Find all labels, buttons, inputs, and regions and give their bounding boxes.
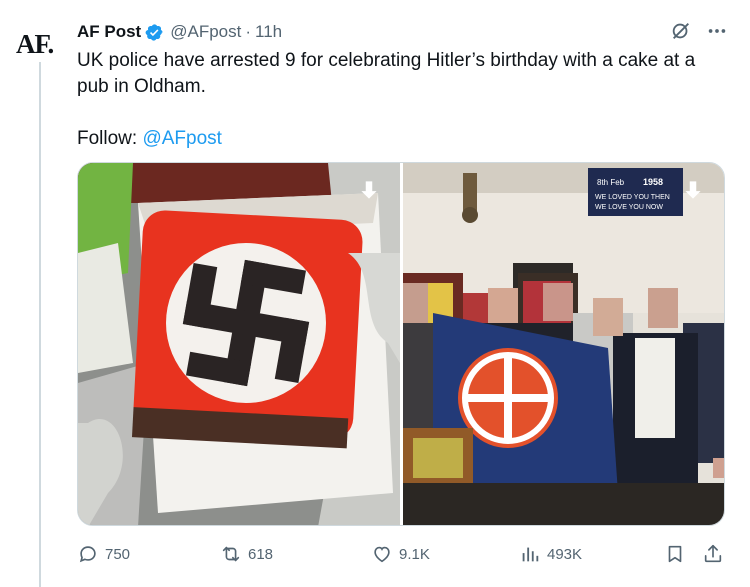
tweet-header: AF Post @AFpost · 11h	[77, 20, 282, 44]
banner-line-4: WE LOVE YOU NOW	[595, 204, 663, 211]
timestamp[interactable]: 11h	[255, 22, 282, 42]
views-button[interactable]: 493K	[519, 543, 582, 565]
follow-line: Follow: @AFpost	[77, 126, 717, 152]
tweet-actions: 750 618 9.1K 493K	[77, 538, 727, 570]
follow-label: Follow:	[77, 128, 143, 149]
share-icon	[704, 544, 722, 563]
tweet-text: UK police have arrested 9 for celebratin…	[77, 48, 717, 178]
grok-icon[interactable]	[670, 20, 692, 42]
banner-line-1: 8th Feb	[597, 178, 625, 187]
download-icon[interactable]	[680, 177, 706, 203]
thread-line	[39, 62, 41, 587]
views-chart-icon	[522, 547, 539, 562]
bookmark-icon	[668, 545, 682, 563]
avatar[interactable]: AF.	[16, 24, 64, 64]
views-count: 493K	[547, 545, 583, 563]
tweet-body: UK police have arrested 9 for celebratin…	[77, 50, 696, 97]
like-count: 9.1K	[399, 545, 430, 563]
group-photo[interactable]: 8th Feb 1958 WE LOVED YOU THEN WE LOVE Y…	[402, 163, 724, 525]
cake-photo[interactable]	[78, 163, 400, 525]
more-options-icon[interactable]	[706, 20, 728, 42]
follow-link[interactable]: @AFpost	[142, 128, 221, 149]
separator-dot: ·	[245, 22, 252, 41]
repost-count: 618	[248, 545, 274, 563]
like-button[interactable]: 9.1K	[371, 543, 430, 565]
reply-icon	[79, 546, 96, 563]
repost-button[interactable]: 618	[220, 543, 273, 565]
banner-line-3: WE LOVED YOU THEN	[595, 194, 670, 201]
repost-icon	[222, 546, 240, 562]
media-grid: 8th Feb 1958 WE LOVED YOU THEN WE LOVE Y…	[77, 162, 725, 526]
bookmark-button[interactable]	[664, 543, 686, 565]
banner-line-2: 1958	[643, 177, 663, 187]
tweet-top-actions	[670, 20, 728, 42]
share-button[interactable]	[702, 543, 724, 565]
download-icon[interactable]	[356, 177, 382, 203]
display-name[interactable]: AF Post	[77, 22, 141, 42]
reply-count: 750	[105, 545, 131, 563]
handle[interactable]: @AFpost	[170, 22, 241, 42]
verified-badge-icon	[145, 23, 163, 41]
heart-icon	[374, 546, 390, 563]
reply-button[interactable]: 750	[77, 543, 130, 565]
